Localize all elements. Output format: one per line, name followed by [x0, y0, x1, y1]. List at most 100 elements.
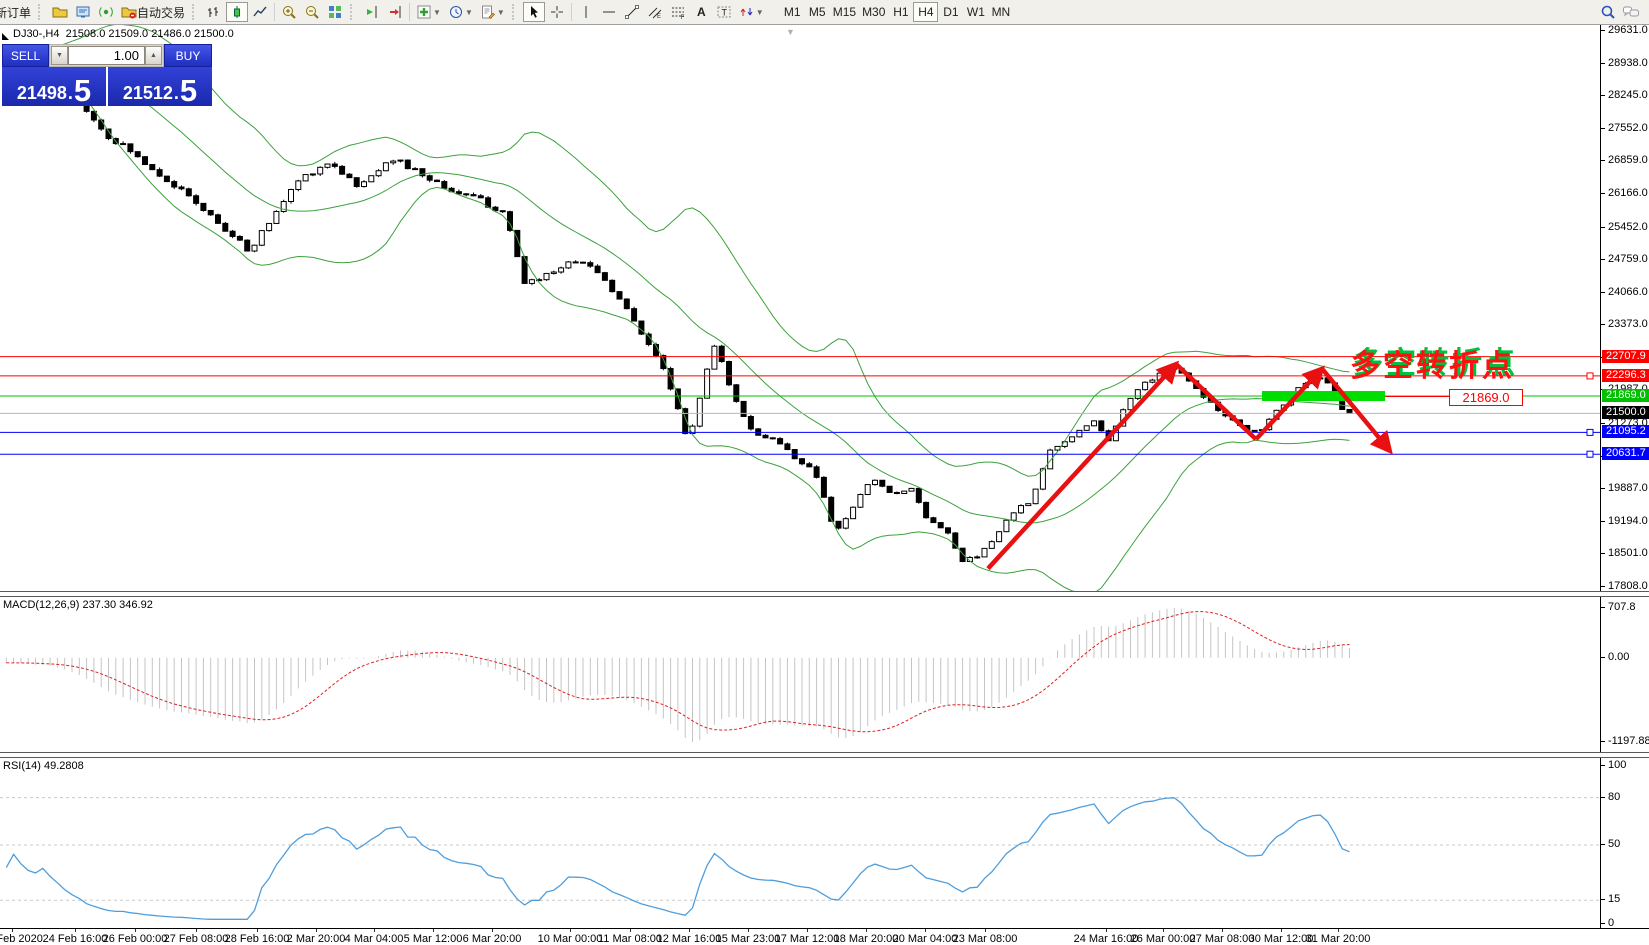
sell-price-button[interactable]: 21498 . 5	[2, 67, 106, 106]
tick-mark	[1601, 95, 1605, 96]
tick-mark	[1601, 227, 1605, 228]
timeframe-M30[interactable]: M30	[859, 2, 888, 22]
time-axis-label: 21 Feb 2020	[0, 933, 43, 945]
timeframe-H4[interactable]: H4	[913, 2, 938, 22]
fibonacci-button[interactable]: F	[667, 2, 689, 22]
tick-mark	[1601, 30, 1605, 31]
toolbar-grip[interactable]	[38, 4, 45, 20]
time-axis-label: 23 Mar 08:00	[953, 933, 1018, 945]
tick-mark	[1601, 488, 1605, 489]
price-axis[interactable]: 29631.028938.028245.027552.026859.026166…	[1600, 25, 1649, 591]
rsi-axis[interactable]: 1008050150	[1600, 758, 1649, 928]
candlestick-chart-button[interactable]	[226, 2, 248, 22]
arrows-button[interactable]: ▼	[736, 2, 767, 22]
crosshair-button[interactable]	[546, 2, 568, 22]
equidistant-channel-button[interactable]: E	[644, 2, 666, 22]
tick-mark	[1601, 923, 1605, 924]
text-button[interactable]: A	[690, 2, 712, 22]
buy-tab[interactable]: BUY	[164, 44, 212, 67]
search-icon	[1600, 4, 1616, 20]
sell-tab[interactable]: SELL	[2, 44, 49, 67]
zoom-in-button[interactable]	[278, 2, 300, 22]
market-watch-button[interactable]	[72, 2, 94, 22]
toolbar-grip[interactable]	[350, 4, 357, 20]
tick-mark	[1601, 193, 1605, 194]
rsi-canvas[interactable]	[0, 758, 1600, 928]
time-axis-tick	[630, 929, 631, 932]
auto-scroll-button[interactable]	[384, 2, 406, 22]
macd-axis[interactable]: 707.80.00-1197.88	[1600, 597, 1649, 752]
price-badge: 20631.7	[1602, 447, 1649, 460]
signals-button[interactable]	[95, 2, 117, 22]
price-axis-tick: 29631.0	[1601, 25, 1649, 37]
macd-canvas[interactable]	[0, 597, 1600, 752]
rsi-pane[interactable]: RSI(14) 49.2808 1008050150	[0, 758, 1649, 928]
time-axis-label: 18 Mar 20:00	[834, 933, 899, 945]
time-axis-label: 11 Mar 08:00	[598, 933, 662, 945]
time-axis[interactable]: 21 Feb 202024 Feb 16:0026 Feb 00:0027 Fe…	[0, 928, 1649, 945]
buy-price-button[interactable]: 21512 . 5	[108, 67, 212, 106]
zoom-out-button[interactable]	[301, 2, 323, 22]
rsi-axis-tick: 15	[1601, 893, 1649, 906]
new-order-button[interactable]: 新订单	[0, 2, 34, 22]
new-order-label: 新订单	[0, 4, 31, 21]
buy-price-dot: .	[174, 83, 179, 103]
tick-mark	[1601, 899, 1605, 900]
price-axis-tick: 24066.0	[1601, 286, 1649, 299]
time-axis-tick	[866, 929, 867, 932]
toolbar-grip[interactable]	[512, 4, 519, 20]
text-label-button[interactable]: T	[713, 2, 735, 22]
turning-point-annotation[interactable]: 多空转折点	[1350, 341, 1515, 385]
price-axis-tick: 25452.0	[1601, 221, 1649, 234]
chart-shift-icon	[364, 4, 380, 20]
timeframe-W1[interactable]: W1	[963, 2, 988, 22]
periods-button[interactable]: ▼	[445, 2, 476, 22]
timeframe-MN[interactable]: MN	[988, 2, 1013, 22]
vertical-line-button[interactable]	[575, 2, 597, 22]
autotrading-button[interactable]: 自动交易	[118, 2, 188, 22]
timeframe-D1[interactable]: D1	[938, 2, 963, 22]
price-badge: 22296.3	[1602, 369, 1649, 382]
chart-shift-button[interactable]	[361, 2, 383, 22]
time-axis-label: 27 Feb 08:00	[164, 933, 229, 945]
time-axis-label: 2 Mar 20:00	[287, 933, 346, 945]
volume-input[interactable]: 1.00	[68, 46, 145, 65]
autotrading-icon	[121, 4, 137, 20]
time-axis-label: 27 Mar 08:00	[1190, 933, 1255, 945]
timeframe-H1[interactable]: H1	[888, 2, 913, 22]
timeframe-M5[interactable]: M5	[805, 2, 830, 22]
chevron-down-icon: ▼	[433, 8, 441, 17]
line-chart-button[interactable]	[249, 2, 271, 22]
toolbar-grip[interactable]	[192, 4, 199, 20]
trendline-button[interactable]	[621, 2, 643, 22]
add-indicator-button[interactable]: ▼	[413, 2, 444, 22]
volume-increase-button[interactable]: ▲	[145, 46, 162, 65]
main-chart-canvas[interactable]	[0, 25, 1600, 591]
profiles-button[interactable]	[49, 2, 71, 22]
time-axis-tick	[748, 929, 749, 932]
horizontal-line-icon	[601, 4, 617, 20]
time-axis-label: 28 Feb 16:00	[225, 933, 290, 945]
svg-text:E: E	[657, 14, 661, 20]
timeframe-M1[interactable]: M1	[780, 2, 805, 22]
price-flag-label[interactable]: 21869.0	[1449, 389, 1523, 406]
tick-mark	[1601, 765, 1605, 766]
templates-button[interactable]: ▼	[477, 2, 508, 22]
search-button[interactable]	[1597, 2, 1619, 22]
chat-button[interactable]	[1619, 2, 1643, 22]
highlight-bar[interactable]	[1262, 391, 1385, 401]
tick-mark	[1601, 423, 1605, 424]
main-chart-pane[interactable]: DJ30-,H4 21508.0 21509.0 21486.0 21500.0…	[0, 25, 1649, 591]
signal-icon	[98, 4, 114, 20]
time-axis-tick	[925, 929, 926, 932]
trendline-icon	[624, 4, 640, 20]
macd-pane[interactable]: MACD(12,26,9) 237.30 346.92 707.80.00-11…	[0, 597, 1649, 752]
tile-windows-button[interactable]	[324, 2, 346, 22]
time-axis-tick	[807, 929, 808, 932]
cursor-button[interactable]	[523, 2, 545, 22]
time-axis-tick	[12, 929, 13, 932]
horizontal-line-button[interactable]	[598, 2, 620, 22]
volume-decrease-button[interactable]: ▼	[51, 46, 68, 65]
timeframe-M15[interactable]: M15	[830, 2, 859, 22]
bar-chart-button[interactable]	[203, 2, 225, 22]
